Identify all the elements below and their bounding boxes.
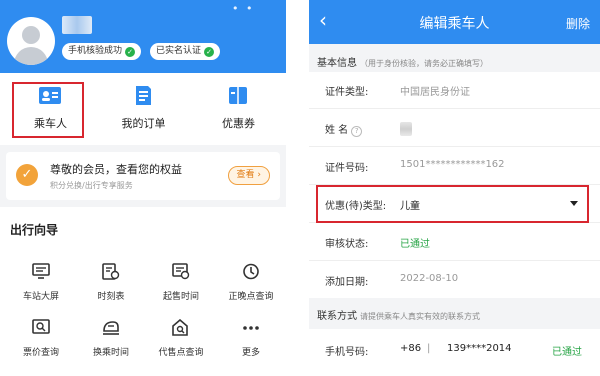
right-screen: ‹ 编辑乘车人 删除 基本信息 （用于身份核验，请务必正确填写） 证件类型: 中国… [309, 0, 600, 376]
guide-fare-query[interactable]: 票价查询 [6, 319, 76, 369]
menu-coupon-label: 优惠券 [222, 117, 255, 130]
phone-status-badge: 已通过 [552, 347, 582, 358]
profile-header: • • 手机核验成功 ✓ 已实名认证 ✓ [0, 0, 286, 73]
fare-query-icon [32, 319, 50, 334]
timetable-icon [102, 263, 120, 280]
id-number-value: 1501************162 [400, 159, 505, 170]
sale-time-icon [172, 263, 190, 280]
contact-hint: 请提供乘车人真实有效的联系方式 [360, 312, 480, 321]
guide-sale-time[interactable]: 起售时间 [146, 263, 216, 313]
travel-guide-title: 出行向导 [10, 223, 59, 237]
menu-orders[interactable]: 我的订单 [96, 73, 191, 145]
highlight-box-discount-type [316, 185, 589, 223]
guide-delay-query[interactable]: 正晚点查询 [216, 263, 286, 313]
member-subtitle: 积分兑换/出行专享服务 [50, 181, 133, 190]
member-title: 尊敬的会员，查看您的权益 [50, 163, 182, 176]
highlight-box-passenger [12, 82, 84, 138]
menu-orders-label: 我的订单 [121, 117, 166, 130]
edit-passenger-header: ‹ 编辑乘车人 删除 [309, 0, 600, 44]
phone-verified-badge: 手机核验成功 ✓ [62, 43, 142, 60]
id-type-value: 中国居民身份证 [400, 87, 470, 98]
basic-info-section-title: 基本信息 （用于身份核验，请务必正确填写） [317, 58, 488, 69]
row-add-date: 添加日期: 2022-08-10 [325, 273, 459, 288]
check-circle-icon: ✓ [204, 47, 215, 57]
left-screen: • • 手机核验成功 ✓ 已实名认证 ✓ 乘车人 我的订单 优惠券 ✓ 尊敬的会… [0, 0, 286, 376]
contact-section-title: 联系方式 请提供乘车人真实有效的联系方式 [317, 311, 480, 322]
guide-transfer-time[interactable]: 换乘时间 [76, 319, 146, 369]
row-id-type: 证件类型: 中国居民身份证 [309, 72, 600, 109]
more-dots-icon [243, 326, 259, 330]
phone-label: 手机号码: [325, 347, 369, 358]
order-document-icon [136, 86, 151, 105]
row-id-number: 证件号码: 1501************162 [309, 148, 600, 185]
row-review-status: 审核状态: 已通过 [309, 224, 600, 261]
contact-row-phone: 手机号码: +86 | 139****2014 已通过 [309, 329, 600, 376]
header-decoration: • • [232, 2, 255, 15]
avatar[interactable] [7, 17, 55, 65]
page-title: 编辑乘车人 [419, 16, 490, 32]
member-benefits-card[interactable]: ✓ 尊敬的会员，查看您的权益 积分兑换/出行专享服务 查看 › [6, 152, 280, 200]
basic-info-hint: （用于身份核验，请务必正确填写） [360, 59, 488, 68]
row-name: 姓 名? [309, 110, 600, 147]
add-date-value: 2022-08-10 [400, 273, 459, 284]
country-code-select[interactable]: +86 [400, 343, 421, 354]
check-circle-icon: ✓ [125, 47, 136, 57]
coupon-book-icon [229, 87, 247, 104]
review-status-value: 已通过 [400, 239, 430, 250]
train-transfer-icon [103, 321, 119, 335]
user-name-blurred [62, 16, 92, 34]
clock-icon [243, 263, 259, 280]
station-screen-icon [32, 263, 50, 279]
realname-verified-badge: 已实名认证 ✓ [150, 43, 221, 60]
guide-agency-query[interactable]: 代售点查询 [146, 319, 216, 369]
menu-coupon[interactable]: 优惠券 [191, 73, 286, 145]
guide-timetable[interactable]: 时刻表 [76, 263, 146, 313]
name-value-blurred [400, 122, 412, 136]
phone-number-value[interactable]: 139****2014 [447, 343, 512, 354]
delete-button[interactable]: 删除 [566, 15, 590, 32]
info-icon[interactable]: ? [351, 126, 363, 137]
view-benefits-button[interactable]: 查看 › [227, 166, 270, 185]
travel-guide-card: 出行向导 车站大屏 时刻表 起售时间 正晚点查询 票价查询 换乘时间 代售点查询 [0, 207, 286, 376]
agency-search-icon [172, 319, 188, 336]
guide-more[interactable]: 更多 [216, 319, 286, 369]
phone-separator: | [427, 343, 431, 354]
guide-station-screen[interactable]: 车站大屏 [6, 263, 76, 313]
member-diamond-icon: ✓ [16, 164, 38, 186]
